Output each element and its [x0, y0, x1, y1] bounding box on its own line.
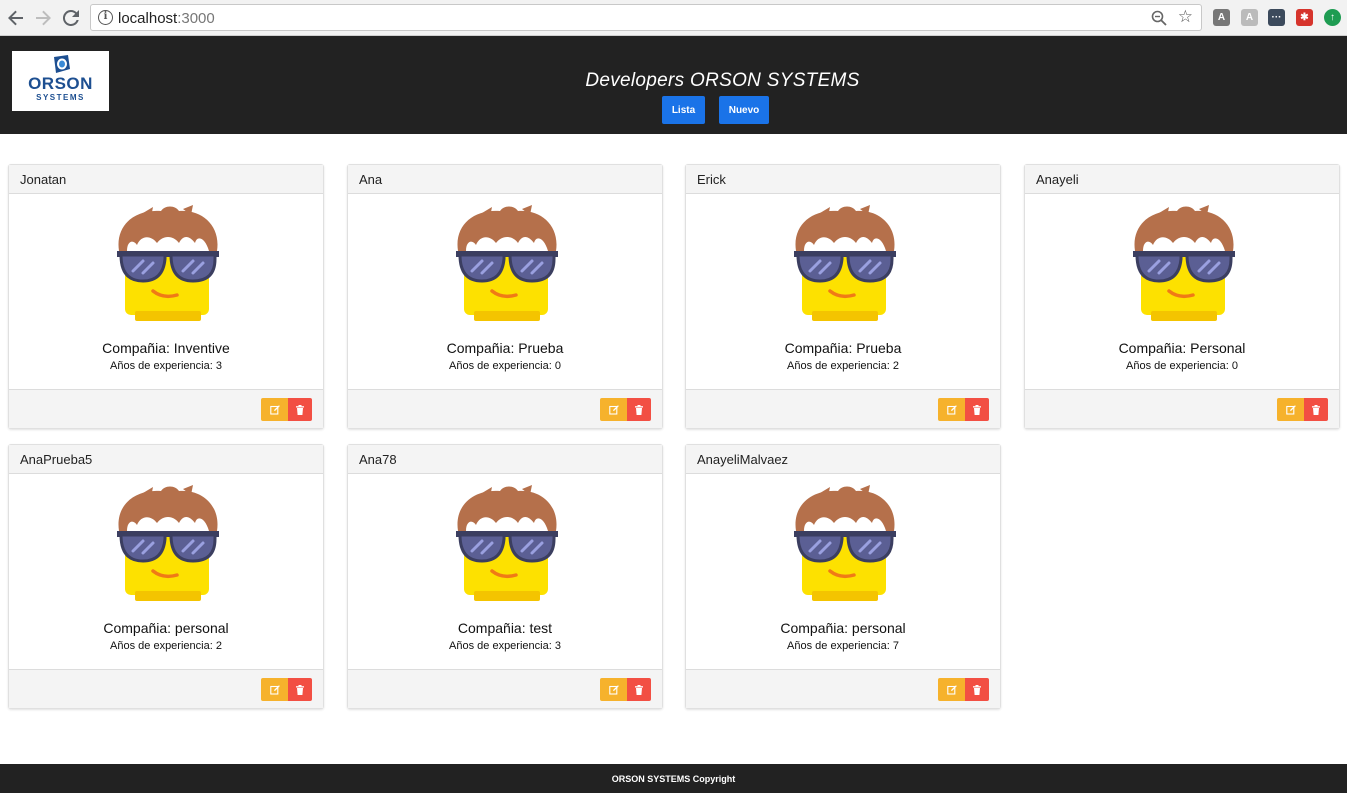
page-footer: ORSON SYSTEMS Copyright [0, 764, 1347, 793]
developer-card: AnayeliMalvaez Compañia: personal Años d… [685, 444, 1001, 709]
developer-experience: Años de experiencia: 3 [449, 640, 561, 652]
developer-card: AnaPrueba5 Compañia: personal Años de ex… [8, 444, 324, 709]
developer-card: Ana78 Compañia: test Años de experiencia… [347, 444, 663, 709]
delete-button[interactable] [1304, 398, 1328, 421]
card-footer [9, 389, 323, 428]
url-text: localhost:3000 [118, 10, 215, 27]
reload-icon[interactable] [60, 7, 82, 29]
developer-company: Compañia: personal [103, 620, 229, 636]
developer-company: Compañia: Personal [1118, 340, 1246, 356]
forward-icon[interactable] [32, 7, 54, 29]
list-button[interactable]: Lista [662, 96, 705, 124]
extension-angular-gray-icon[interactable]: A [1241, 9, 1258, 26]
back-icon[interactable] [5, 7, 27, 29]
edit-button[interactable] [261, 398, 288, 421]
card-footer [686, 389, 1000, 428]
edit-button[interactable] [261, 678, 288, 701]
edit-button[interactable] [938, 678, 965, 701]
delete-button[interactable] [288, 398, 312, 421]
edit-icon [608, 684, 619, 695]
zoom-icon[interactable] [1151, 10, 1167, 26]
extension-angular-icon[interactable]: A [1213, 9, 1230, 26]
developer-card: Jonatan Compañia: Inventive Años de expe… [8, 164, 324, 429]
developer-name: Ana78 [348, 445, 662, 474]
edit-button[interactable] [600, 678, 627, 701]
developer-avatar [117, 205, 219, 321]
developer-name: AnayeliMalvaez [686, 445, 1000, 474]
browser-toolbar: i localhost:3000 ☆ A A ··· ✱ ↑ [0, 0, 1347, 36]
developer-experience: Años de experiencia: 2 [787, 360, 899, 372]
developer-company: Compañia: Inventive [102, 340, 230, 356]
trash-icon [973, 684, 981, 695]
edit-button[interactable] [600, 398, 627, 421]
developer-name: Jonatan [9, 165, 323, 194]
trash-icon [973, 404, 981, 415]
address-bar[interactable]: i localhost:3000 ☆ [90, 4, 1202, 31]
edit-icon [269, 404, 280, 415]
developer-experience: Años de experiencia: 0 [1126, 360, 1238, 372]
developer-avatar [1133, 205, 1235, 321]
edit-icon [608, 404, 619, 415]
edit-button[interactable] [938, 398, 965, 421]
developer-experience: Años de experiencia: 2 [110, 640, 222, 652]
developer-name: Ana [348, 165, 662, 194]
edit-button[interactable] [1277, 398, 1304, 421]
delete-button[interactable] [627, 398, 651, 421]
developer-card: Ana Compañia: Prueba Años de experiencia… [347, 164, 663, 429]
developer-company: Compañia: Prueba [784, 340, 902, 356]
edit-icon [946, 404, 957, 415]
developer-name: Anayeli [1025, 165, 1339, 194]
new-button[interactable]: Nuevo [719, 96, 769, 124]
card-footer [348, 389, 662, 428]
developer-company: Compañia: Prueba [446, 340, 564, 356]
trash-icon [296, 404, 304, 415]
app-header: ORSON SYSTEMS Developers ORSON SYSTEMS L… [0, 36, 1347, 134]
delete-button[interactable] [965, 678, 989, 701]
developer-card: Erick Compañia: Prueba Años de experienc… [685, 164, 1001, 429]
page-title: Developers ORSON SYSTEMS [585, 70, 860, 91]
trash-icon [635, 404, 643, 415]
trash-icon [296, 684, 304, 695]
card-footer [686, 669, 1000, 708]
logo-subtext: SYSTEMS [36, 93, 85, 102]
trash-icon [1312, 404, 1320, 415]
developer-company: Compañia: personal [780, 620, 906, 636]
edit-icon [1285, 404, 1296, 415]
edit-icon [946, 684, 957, 695]
delete-button[interactable] [965, 398, 989, 421]
card-footer [348, 669, 662, 708]
developer-avatar [456, 205, 558, 321]
extension-dots-icon[interactable]: ··· [1268, 9, 1285, 26]
info-icon[interactable]: i [98, 10, 113, 25]
bookmark-star-icon[interactable]: ☆ [1178, 8, 1193, 26]
developer-avatar [794, 485, 896, 601]
card-footer [9, 669, 323, 708]
card-footer [1025, 389, 1339, 428]
extension-update-icon[interactable]: ↑ [1324, 9, 1341, 26]
developer-company: Compañia: test [457, 620, 553, 636]
developer-name: AnaPrueba5 [9, 445, 323, 474]
developer-experience: Años de experiencia: 7 [787, 640, 899, 652]
delete-button[interactable] [288, 678, 312, 701]
developer-card: Anayeli Compañia: Personal Años de exper… [1024, 164, 1340, 429]
developer-avatar [794, 205, 896, 321]
developer-experience: Años de experiencia: 0 [449, 360, 561, 372]
delete-button[interactable] [627, 678, 651, 701]
developer-avatar [456, 485, 558, 601]
extension-bug-icon[interactable]: ✱ [1296, 9, 1313, 26]
developer-avatar [117, 485, 219, 601]
trash-icon [635, 684, 643, 695]
developer-name: Erick [686, 165, 1000, 194]
developer-experience: Años de experiencia: 3 [110, 360, 222, 372]
edit-icon [269, 684, 280, 695]
copyright-text: ORSON SYSTEMS Copyright [611, 773, 736, 784]
